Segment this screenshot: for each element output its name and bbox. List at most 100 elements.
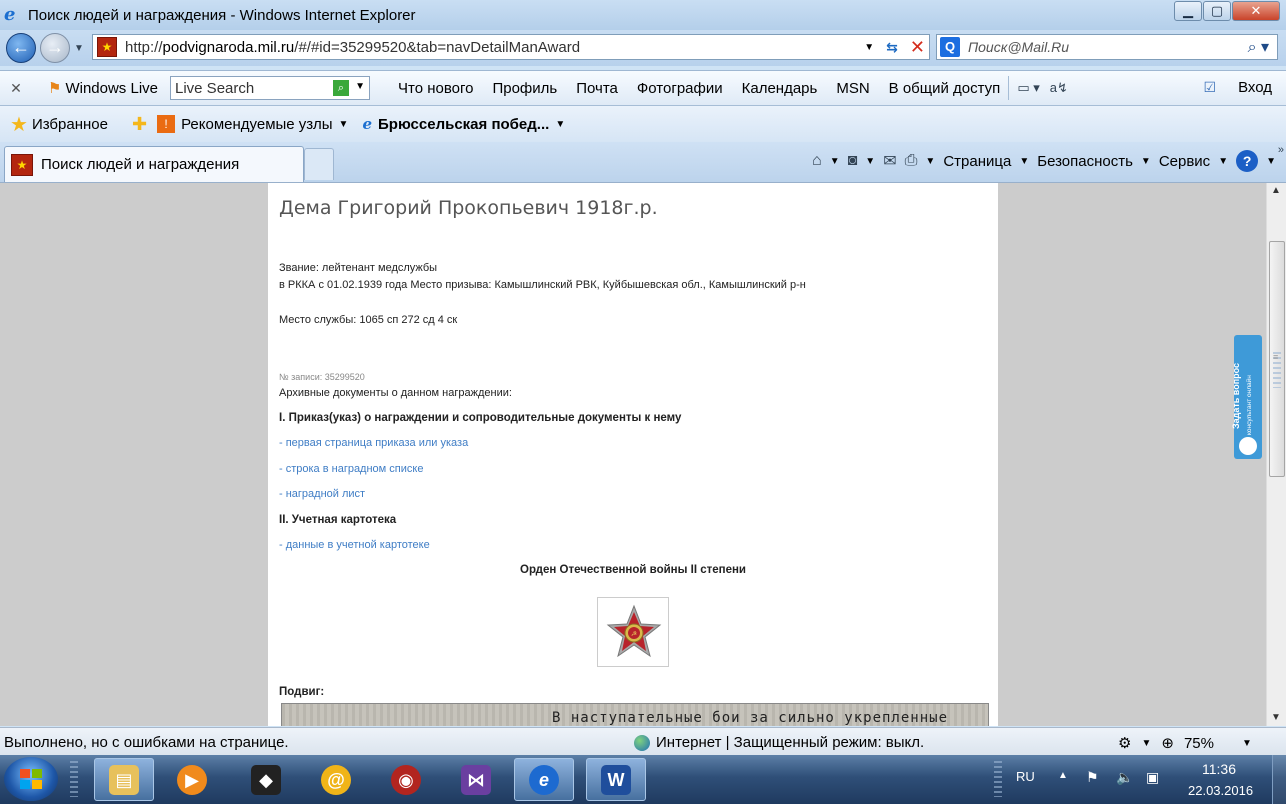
signin-button[interactable]: Вход — [1238, 79, 1272, 96]
live-search-input[interactable]: Live Search ⌕ ▼ — [170, 76, 370, 100]
suggested-sites-icon: ! — [157, 115, 176, 133]
refresh-icon[interactable]: ⇆ — [886, 39, 898, 56]
live-link-whats-new[interactable]: Что нового — [398, 80, 473, 97]
print-dropdown-icon[interactable]: ▼ — [925, 156, 935, 167]
mail-icon[interactable]: ✉ — [883, 151, 896, 171]
award-sheet-scan[interactable]: В наступательные бои за сильно укрепленн… — [281, 703, 989, 726]
help-dropdown-icon[interactable]: ▼ — [1266, 156, 1276, 167]
forward-button[interactable]: → — [40, 33, 70, 63]
security-zone[interactable]: Интернет | Защищенный режим: выкл. — [634, 734, 924, 751]
windows-live-brand[interactable]: ⚑ Windows Live — [48, 79, 158, 98]
chevron-more-icon[interactable]: » — [1278, 144, 1284, 156]
link-order-first-page[interactable]: - первая страница приказа или указа — [279, 437, 468, 449]
search-box[interactable]: Q Поиск@Mail.Ru ⌕ ▾ — [936, 34, 1278, 60]
translate-icon[interactable]: a↯ — [1050, 80, 1068, 96]
link-card-index-data[interactable]: - данные в учетной картотеке — [279, 539, 430, 551]
live-link-msn[interactable]: MSN — [836, 80, 869, 97]
page-viewport: Дема Григорий Прокопьевич 1918г.р. Звани… — [0, 182, 1286, 726]
tools-menu[interactable]: Сервис — [1159, 153, 1210, 170]
home-dropdown-icon[interactable]: ▼ — [830, 156, 840, 167]
close-toolbar-icon[interactable]: ✕ — [2, 80, 30, 97]
stop-icon[interactable]: ✕ — [910, 37, 925, 58]
address-dropdown-icon[interactable]: ▼ — [864, 42, 874, 53]
vertical-scrollbar[interactable]: ▲ ≡ ▼ — [1266, 183, 1286, 726]
home-icon[interactable]: ⌂ — [812, 152, 822, 170]
toolbar-divider — [1008, 76, 1010, 100]
language-indicator[interactable]: RU — [1016, 769, 1035, 784]
order-medal-image[interactable]: ☭ — [597, 597, 669, 667]
link-award-list-row[interactable]: - строка в наградном списке — [279, 463, 423, 475]
start-button[interactable] — [4, 757, 58, 801]
scroll-thumb[interactable]: ≡ — [1269, 241, 1285, 477]
archive-docs-heading: Архивные документы о данном награждении: — [279, 387, 512, 399]
clock-time[interactable]: 11:36 — [1202, 761, 1236, 777]
search-icon[interactable]: ⌕ ▾ — [1248, 37, 1269, 57]
zoom-icon[interactable]: ⊕ — [1161, 734, 1174, 752]
taskbar-media-player[interactable]: ▶ — [162, 758, 222, 801]
scroll-down-icon[interactable]: ▼ — [1271, 712, 1281, 723]
favorite-link-brussels[interactable]: e Брюссельская побед... ▼ — [362, 115, 565, 133]
print-icon[interactable]: ⎙ — [905, 152, 918, 170]
suggested-sites-button[interactable]: ! Рекомендуемые узлы ▼ — [157, 115, 348, 133]
back-button[interactable]: ← — [6, 33, 36, 63]
live-link-profile[interactable]: Профиль — [492, 80, 557, 97]
history-dropdown-icon[interactable]: ▼ — [74, 43, 84, 54]
record-number: № записи: 35299520 — [279, 372, 365, 382]
feeds-icon[interactable]: ▭ ▾ — [1017, 80, 1039, 96]
taskbar-internet-explorer[interactable]: e — [514, 758, 574, 801]
tab-favicon: ★ — [11, 153, 33, 176]
link-award-sheet[interactable]: - наградной лист — [279, 488, 365, 500]
search-input[interactable]: Поиск@Mail.Ru — [968, 39, 1069, 55]
page-menu[interactable]: Страница — [943, 153, 1011, 170]
live-link-calendar[interactable]: Календарь — [742, 80, 818, 97]
network-icon[interactable]: ▣ — [1146, 769, 1159, 786]
zoom-dropdown-icon[interactable]: ▼ — [1242, 738, 1252, 749]
rss-feed-icon[interactable]: ◙ — [848, 152, 858, 170]
live-search-go-icon[interactable]: ⌕ — [333, 80, 349, 96]
close-button[interactable]: ✕ — [1232, 1, 1280, 21]
favorites-button[interactable]: Избранное — [32, 116, 108, 133]
zoom-level[interactable]: 75% — [1184, 735, 1214, 752]
taskbar-app-dark[interactable]: ◆ — [236, 758, 296, 801]
safety-menu[interactable]: Безопасность — [1037, 153, 1133, 170]
taskbar-word[interactable]: W — [586, 758, 646, 801]
live-link-share[interactable]: В общий доступ — [889, 80, 1001, 97]
live-search-dropdown-icon[interactable]: ▼ — [355, 81, 365, 92]
minimize-button[interactable]: ▁ — [1174, 1, 1202, 21]
ask-question-widget[interactable]: Задать вопрос консультант онлайн — [1231, 335, 1262, 459]
scroll-up-icon[interactable]: ▲ — [1271, 185, 1281, 196]
show-hidden-icons[interactable]: ▲ — [1058, 770, 1068, 781]
unit-text: Место службы: 1065 сп 272 сд 4 ск — [279, 314, 458, 326]
feat-label: Подвиг: — [279, 686, 325, 698]
media-app-icon: ◉ — [391, 764, 421, 795]
live-link-photos[interactable]: Фотографии — [637, 80, 723, 97]
taskbar-media-app[interactable]: ◉ — [376, 758, 436, 801]
maximize-button[interactable]: ▢ — [1203, 1, 1231, 21]
feed-dropdown-icon[interactable]: ▼ — [865, 156, 875, 167]
live-link-mail[interactable]: Почта — [576, 80, 618, 97]
award-title: Орден Отечественной войны II степени — [520, 564, 746, 576]
protected-dropdown-icon[interactable]: ▼ — [1141, 738, 1151, 749]
clock-date[interactable]: 22.03.2016 — [1188, 783, 1253, 798]
status-message[interactable]: Выполнено, но с ошибками на странице. — [4, 734, 289, 751]
taskbar-grip — [70, 761, 78, 797]
tab-row: ★ Поиск людей и награждения ⌂ ▼ ◙ ▼ ✉ ⎙ ▼ С… — [0, 142, 1286, 182]
person-name: Дема Григорий Прокопьевич 1918г.р. — [279, 197, 658, 219]
add-favorite-icon[interactable]: ✚ — [132, 114, 147, 135]
new-tab-button[interactable] — [304, 148, 334, 180]
taskbar-mail-agent[interactable]: @ — [306, 758, 366, 801]
address-url[interactable]: http://podvignaroda.mil.ru/#/#id=3529952… — [125, 39, 580, 56]
ie-page-icon: e — [362, 115, 372, 133]
favorites-star-icon[interactable]: ★ — [10, 112, 28, 137]
help-icon[interactable]: ? — [1236, 150, 1259, 172]
show-desktop-button[interactable] — [1272, 755, 1286, 804]
taskbar-visual-studio[interactable]: ⋈ — [446, 758, 506, 801]
page-dropdown-icon: ▼ — [1019, 155, 1030, 167]
at-sign-icon: @ — [321, 764, 351, 795]
protected-mode-icon[interactable]: ⚙ — [1118, 734, 1131, 752]
volume-icon[interactable]: 🔈 — [1116, 769, 1133, 786]
tab-active[interactable]: ★ Поиск людей и награждения — [4, 146, 304, 182]
address-bar[interactable]: ★ http://podvignaroda.mil.ru/#/#id=35299… — [92, 34, 930, 60]
taskbar-explorer[interactable]: ▤ — [94, 758, 154, 801]
action-center-icon[interactable]: ⚑ — [1086, 769, 1099, 786]
